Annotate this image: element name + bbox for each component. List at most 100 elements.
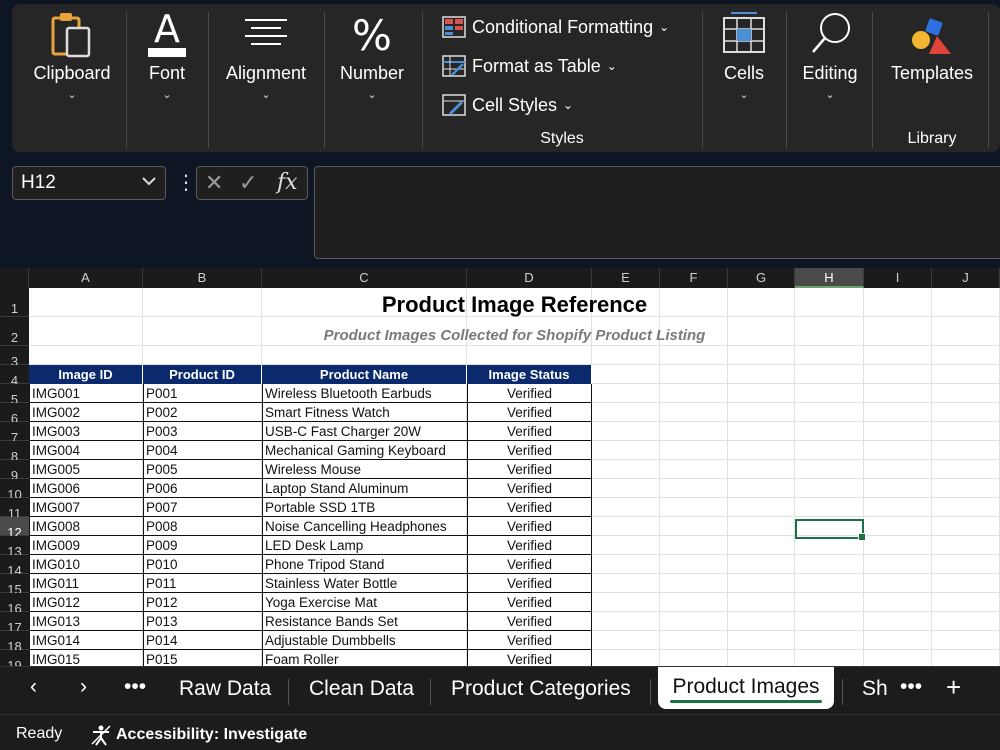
row-header-16[interactable]: 16 bbox=[0, 593, 29, 616]
row-header-7[interactable]: 7 bbox=[0, 422, 29, 445]
table-cell[interactable]: IMG002 bbox=[29, 403, 143, 422]
table-cell[interactable]: IMG008 bbox=[29, 517, 143, 536]
chevron-left-icon[interactable]: ‹ bbox=[30, 675, 37, 699]
table-cell[interactable]: P011 bbox=[143, 574, 262, 593]
table-cell[interactable]: Portable SSD 1TB bbox=[262, 498, 467, 517]
table-cell[interactable]: Verified bbox=[467, 498, 592, 517]
table-cell[interactable]: IMG007 bbox=[29, 498, 143, 517]
table-cell[interactable]: Wireless Bluetooth Earbuds bbox=[262, 384, 467, 403]
table-cell[interactable]: IMG011 bbox=[29, 574, 143, 593]
table-cell[interactable]: IMG001 bbox=[29, 384, 143, 403]
table-cell[interactable]: P014 bbox=[143, 631, 262, 650]
table-cell[interactable]: P003 bbox=[143, 422, 262, 441]
column-header-i[interactable]: I bbox=[864, 268, 932, 288]
table-cell[interactable]: IMG004 bbox=[29, 441, 143, 460]
clipboard-button[interactable]: Clipboard ⌄ bbox=[26, 10, 118, 101]
table-cell[interactable]: Verified bbox=[467, 422, 592, 441]
table-cell[interactable]: IMG005 bbox=[29, 460, 143, 479]
select-all-corner[interactable] bbox=[0, 268, 29, 288]
row-header-10[interactable]: 10 bbox=[0, 479, 29, 502]
name-box[interactable]: H12 bbox=[12, 166, 166, 200]
row-header-13[interactable]: 13 bbox=[0, 536, 29, 559]
row-header-17[interactable]: 17 bbox=[0, 612, 29, 635]
enter-check-icon[interactable]: ✓ bbox=[239, 170, 257, 196]
formula-input[interactable] bbox=[314, 166, 1000, 259]
tab-raw-data[interactable]: Raw Data bbox=[179, 677, 271, 701]
row-header-14[interactable]: 14 bbox=[0, 555, 29, 578]
column-header-c[interactable]: C bbox=[262, 268, 467, 288]
templates-button[interactable]: Templates bbox=[882, 14, 982, 84]
chevron-right-icon[interactable]: › bbox=[80, 675, 87, 699]
row-header-18[interactable]: 18 bbox=[0, 631, 29, 654]
table-cell[interactable]: Verified bbox=[467, 612, 592, 631]
table-cell[interactable]: P009 bbox=[143, 536, 262, 555]
format-as-table-button[interactable]: Format as Table ⌄ bbox=[442, 53, 617, 79]
table-cell[interactable]: IMG015 bbox=[29, 650, 143, 666]
tab-clean-data[interactable]: Clean Data bbox=[309, 677, 414, 701]
font-button[interactable]: A Font ⌄ bbox=[136, 7, 198, 101]
more-options-icon[interactable]: ⋮ bbox=[176, 170, 196, 195]
more-sheets-icon[interactable]: ••• bbox=[900, 675, 922, 699]
row-header-8[interactable]: 8 bbox=[0, 441, 29, 464]
table-cell[interactable]: P006 bbox=[143, 479, 262, 498]
table-cell[interactable]: Adjustable Dumbbells bbox=[262, 631, 467, 650]
table-cell[interactable]: P012 bbox=[143, 593, 262, 612]
table-header-cell[interactable]: Product ID bbox=[143, 365, 262, 384]
tab-product-images[interactable]: Product Images bbox=[658, 667, 834, 709]
table-cell[interactable]: Mechanical Gaming Keyboard bbox=[262, 441, 467, 460]
table-cell[interactable]: P010 bbox=[143, 555, 262, 574]
column-header-f[interactable]: F bbox=[660, 268, 728, 288]
row-header-5[interactable]: 5 bbox=[0, 384, 29, 407]
table-cell[interactable]: Noise Cancelling Headphones bbox=[262, 517, 467, 536]
table-cell[interactable]: P005 bbox=[143, 460, 262, 479]
row-header-4[interactable]: 4 bbox=[0, 365, 29, 388]
cancel-icon[interactable]: ✕ bbox=[205, 170, 223, 196]
table-cell[interactable]: IMG010 bbox=[29, 555, 143, 574]
table-cell[interactable]: P004 bbox=[143, 441, 262, 460]
table-cell[interactable]: Verified bbox=[467, 574, 592, 593]
column-header-j[interactable]: J bbox=[932, 268, 1000, 288]
column-header-h[interactable]: H bbox=[795, 268, 864, 288]
column-header-a[interactable]: A bbox=[29, 268, 143, 288]
table-header-cell[interactable]: Image ID bbox=[29, 365, 143, 384]
table-cell[interactable]: Wireless Mouse bbox=[262, 460, 467, 479]
row-header-6[interactable]: 6 bbox=[0, 403, 29, 426]
table-cell[interactable]: P013 bbox=[143, 612, 262, 631]
cells-button[interactable]: Cells ⌄ bbox=[712, 10, 776, 101]
table-cell[interactable]: Yoga Exercise Mat bbox=[262, 593, 467, 612]
insert-function-button[interactable]: fx bbox=[277, 170, 298, 195]
table-cell[interactable]: Laptop Stand Aluminum bbox=[262, 479, 467, 498]
row-header-2[interactable]: 2 bbox=[0, 317, 29, 346]
table-cell[interactable]: P008 bbox=[143, 517, 262, 536]
alignment-button[interactable]: Alignment ⌄ bbox=[218, 10, 314, 101]
table-header-cell[interactable]: Image Status bbox=[467, 365, 592, 384]
table-cell[interactable]: IMG009 bbox=[29, 536, 143, 555]
table-cell[interactable]: Verified bbox=[467, 631, 592, 650]
table-cell[interactable]: Verified bbox=[467, 460, 592, 479]
chevron-down-icon[interactable] bbox=[141, 173, 157, 195]
row-header-15[interactable]: 15 bbox=[0, 574, 29, 597]
table-cell[interactable]: Verified bbox=[467, 536, 592, 555]
accessibility-button[interactable]: Accessibility: Investigate bbox=[90, 724, 307, 746]
table-cell[interactable]: IMG014 bbox=[29, 631, 143, 650]
table-cell[interactable]: IMG003 bbox=[29, 422, 143, 441]
table-cell[interactable]: P001 bbox=[143, 384, 262, 403]
table-cell[interactable]: Foam Roller bbox=[262, 650, 467, 666]
column-header-e[interactable]: E bbox=[592, 268, 660, 288]
row-header-1[interactable]: 1 bbox=[0, 288, 29, 317]
row-header-11[interactable]: 11 bbox=[0, 498, 29, 521]
spreadsheet-grid[interactable]: ABCDEFGHIJ 1 2 3 4 5 6 7 8 9 10 11 12 13 14 15 16 17 18 19… bbox=[0, 268, 1000, 666]
table-cell[interactable]: LED Desk Lamp bbox=[262, 536, 467, 555]
table-cell[interactable]: Smart Fitness Watch bbox=[262, 403, 467, 422]
number-button[interactable]: % Number ⌄ bbox=[334, 10, 410, 101]
column-header-b[interactable]: B bbox=[143, 268, 262, 288]
table-cell[interactable]: Verified bbox=[467, 479, 592, 498]
row-header-19[interactable]: 19 bbox=[0, 650, 29, 666]
table-cell[interactable]: IMG013 bbox=[29, 612, 143, 631]
selected-cell[interactable] bbox=[795, 519, 866, 541]
table-cell[interactable]: P015 bbox=[143, 650, 262, 666]
editing-button[interactable]: Editing ⌄ bbox=[796, 10, 864, 101]
cell-styles-button[interactable]: Cell Styles ⌄ bbox=[442, 92, 573, 118]
column-header-d[interactable]: D bbox=[467, 268, 592, 288]
table-cell[interactable]: P007 bbox=[143, 498, 262, 517]
